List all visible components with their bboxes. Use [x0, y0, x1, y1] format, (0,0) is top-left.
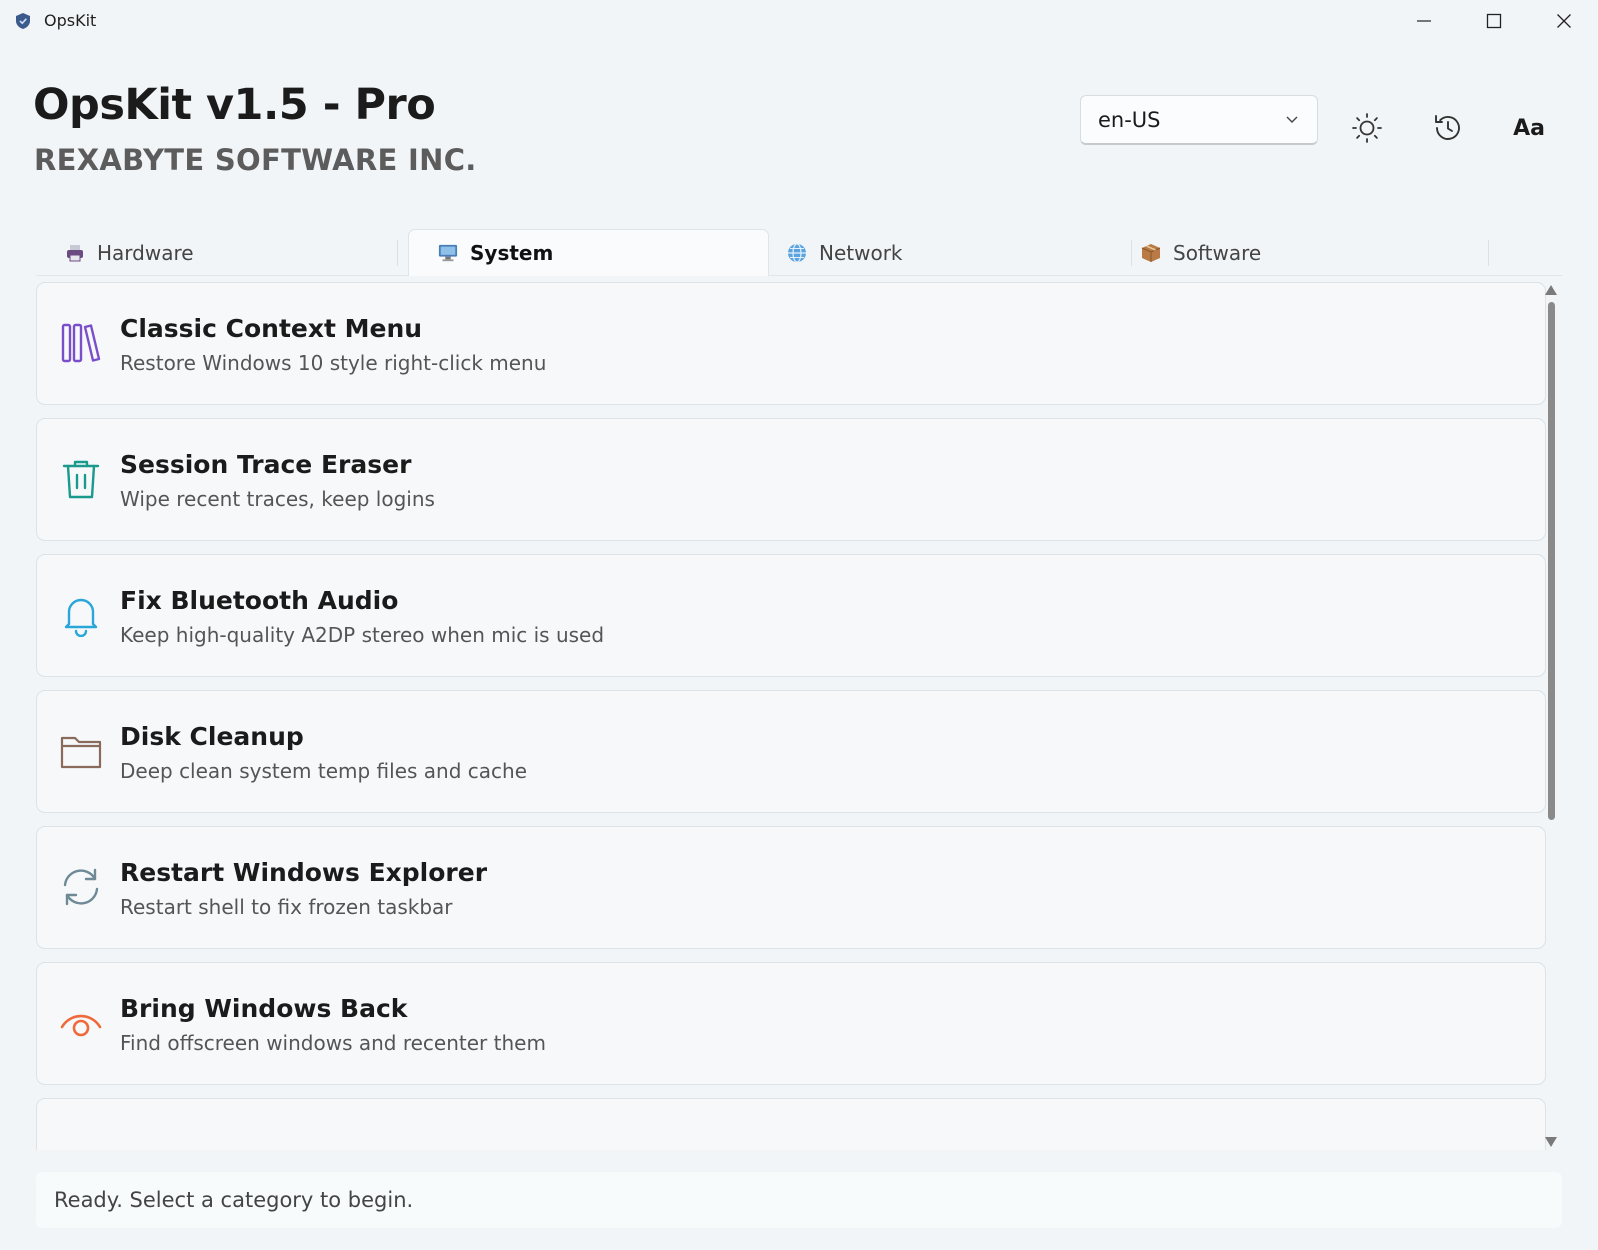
eye-icon: [60, 1014, 102, 1037]
close-icon: [1557, 14, 1571, 28]
books-icon: [61, 323, 101, 363]
font-size-button[interactable]: Aa: [1501, 100, 1557, 156]
tool-title: Restart Windows Explorer: [120, 858, 488, 887]
tool-card-bring-windows-back[interactable]: Bring Windows Back Find offscreen window…: [36, 962, 1546, 1085]
tool-card-restart-windows-explorer[interactable]: Restart Windows Explorer Restart shell t…: [36, 826, 1546, 949]
tool-description: Wipe recent traces, keep logins: [120, 487, 435, 511]
theme-toggle-button[interactable]: [1339, 100, 1395, 156]
globe-icon: [787, 242, 807, 263]
status-bar: Ready. Select a category to begin.: [36, 1172, 1562, 1228]
trash-icon: [62, 460, 100, 499]
tool-description: Restore Windows 10 style right-click men…: [120, 351, 547, 375]
tool-title: Fix Bluetooth Audio: [120, 586, 399, 615]
chevron-down-icon: [1286, 116, 1298, 123]
tool-card-disk-cleanup[interactable]: Disk Cleanup Deep clean system temp file…: [36, 690, 1546, 813]
folder-icon: [60, 736, 102, 769]
language-dropdown[interactable]: en-US: [1080, 95, 1318, 145]
refresh-icon: [63, 868, 99, 906]
tool-description: Keep high-quality A2DP stereo when mic i…: [120, 623, 605, 647]
list-scrollbar[interactable]: [1542, 282, 1560, 1150]
tool-card-classic-context-menu[interactable]: Classic Context Menu Restore Windows 10 …: [36, 282, 1546, 405]
package-icon: [1141, 243, 1161, 263]
printer-icon: [65, 243, 85, 263]
category-tabs: Hardware System Network Software: [36, 229, 1562, 276]
maximize-icon: [1486, 13, 1502, 29]
tool-card-partial[interactable]: [36, 1098, 1546, 1150]
app-shield-icon: [16, 13, 30, 29]
sun-icon: [1352, 113, 1382, 143]
tab-separator: [1488, 240, 1489, 266]
history-icon: [1435, 115, 1460, 140]
status-text: Ready. Select a category to begin.: [54, 1188, 414, 1212]
tab-software[interactable]: Software: [1112, 229, 1473, 276]
tab-network[interactable]: Network: [758, 229, 1119, 276]
tab-system[interactable]: System: [408, 229, 769, 276]
minimize-icon: [1417, 20, 1431, 22]
monitor-icon: [438, 243, 458, 263]
history-button[interactable]: [1420, 100, 1476, 156]
tab-label: Hardware: [97, 240, 194, 265]
bell-icon: [64, 598, 98, 637]
tool-title: Bring Windows Back: [120, 994, 408, 1023]
app-window: OpsKit OpsKit v1.5 - Pro REXABYTE SOFTWA…: [0, 0, 1598, 1250]
title-bar: OpsKit: [0, 0, 1598, 42]
company-name: REXABYTE SOFTWARE INC.: [34, 143, 477, 177]
window-title: OpsKit: [44, 11, 97, 30]
app-name: OpsKit v1.5 - Pro: [33, 80, 436, 130]
language-value: en-US: [1098, 107, 1161, 132]
tab-label: Network: [819, 240, 903, 265]
tool-title: Classic Context Menu: [120, 314, 423, 343]
tool-title: Session Trace Eraser: [120, 450, 412, 479]
tool-card-session-trace-eraser[interactable]: Session Trace Eraser Wipe recent traces,…: [36, 418, 1546, 541]
tab-separator: [397, 240, 398, 266]
tab-label: System: [470, 241, 554, 265]
tool-title: Disk Cleanup: [120, 722, 304, 751]
scroll-down-arrow-icon[interactable]: [1544, 1136, 1558, 1148]
tool-card-fix-bluetooth-audio[interactable]: Fix Bluetooth Audio Keep high-quality A2…: [36, 554, 1546, 677]
tool-list: Classic Context Menu Restore Windows 10 …: [36, 282, 1562, 1150]
tab-label: Software: [1173, 240, 1262, 265]
tool-description: Restart shell to fix frozen taskbar: [120, 895, 453, 919]
close-button[interactable]: [1529, 0, 1598, 42]
maximize-button[interactable]: [1459, 0, 1529, 42]
tab-hardware[interactable]: Hardware: [36, 229, 397, 276]
tool-description: Find offscreen windows and recenter them: [120, 1031, 546, 1055]
minimize-button[interactable]: [1389, 0, 1459, 42]
scroll-up-arrow-icon[interactable]: [1544, 284, 1558, 296]
tool-description: Deep clean system temp files and cache: [120, 759, 528, 783]
scroll-thumb[interactable]: [1548, 302, 1555, 820]
